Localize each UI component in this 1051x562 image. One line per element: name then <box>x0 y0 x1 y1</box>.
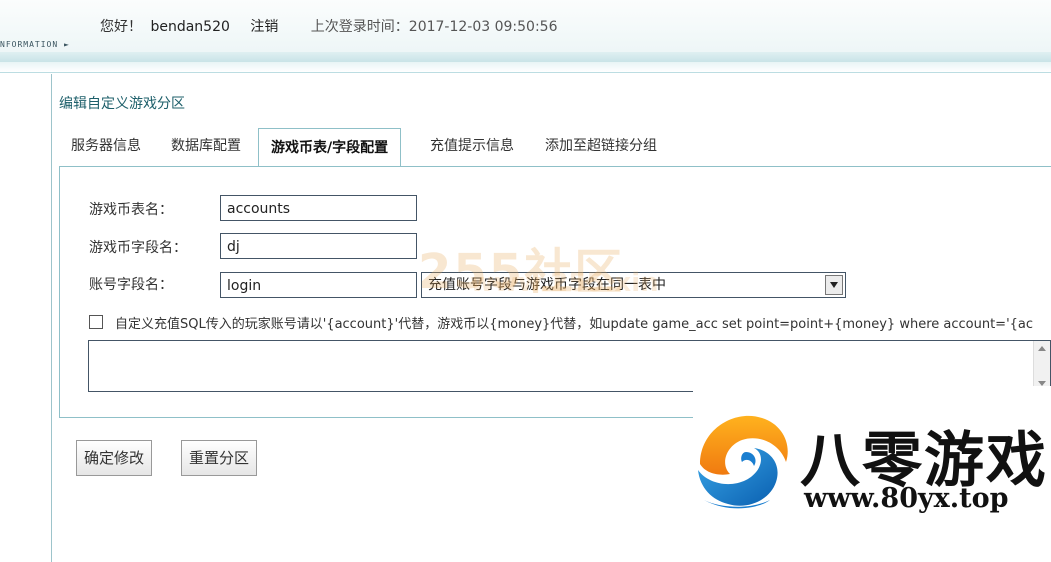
last-login-time: 上次登录时间：2017-12-03 09:50:56 <box>310 19 558 35</box>
information-tag: NFORMATION ► <box>0 40 70 49</box>
logout-link[interactable]: 注销 <box>250 19 278 35</box>
page-title: 编辑自定义游戏分区 <box>59 96 185 112</box>
field-name-input[interactable]: dj <box>220 233 417 259</box>
top-header: 您好！ bendan520 注销 上次登录时间：2017-12-03 09:50… <box>0 0 1051 52</box>
cloud-swirl-logo-icon <box>698 415 788 509</box>
table-name-input[interactable]: accounts <box>220 195 417 221</box>
tab-recharge-tips[interactable]: 充值提示信息 <box>430 128 514 164</box>
confirm-edit-button[interactable]: 确定修改 <box>76 440 153 476</box>
account-field-input[interactable]: login <box>220 272 417 298</box>
username: bendan520 <box>150 19 230 35</box>
chevron-down-icon[interactable] <box>825 275 843 295</box>
left-divider <box>51 74 52 562</box>
field-name-label: 游戏币字段名： <box>89 240 187 256</box>
greeting-text: 您好！ <box>100 19 142 35</box>
tab-server-info[interactable]: 服务器信息 <box>71 128 141 164</box>
header-stripe-bottom <box>0 62 1051 73</box>
tab-database-config[interactable]: 数据库配置 <box>171 128 241 164</box>
greeting-bar: 您好！ bendan520 注销 上次登录时间：2017-12-03 09:50… <box>100 16 562 36</box>
watermark-255-url: www.255.xin <box>470 268 659 298</box>
scroll-up-icon[interactable] <box>1034 341 1050 355</box>
reset-zone-button[interactable]: 重置分区 <box>181 440 258 476</box>
header-stripe-top <box>0 52 1051 62</box>
textarea-scrollbar[interactable] <box>1033 341 1050 391</box>
table-name-label: 游戏币表名： <box>89 202 173 218</box>
tab-currency-table-config[interactable]: 游戏币表/字段配置 <box>258 128 402 168</box>
custom-sql-checkbox[interactable] <box>89 315 103 329</box>
custom-sql-hint: 自定义充值SQL传入的玩家账号请以'{account}'代替，游戏币以{mone… <box>115 317 1034 332</box>
brand-url: www.80yx.top <box>804 483 1009 514</box>
account-field-label: 账号字段名： <box>89 277 173 293</box>
tab-add-link-group[interactable]: 添加至超链接分组 <box>545 128 657 164</box>
custom-sql-textarea[interactable] <box>88 340 1051 392</box>
